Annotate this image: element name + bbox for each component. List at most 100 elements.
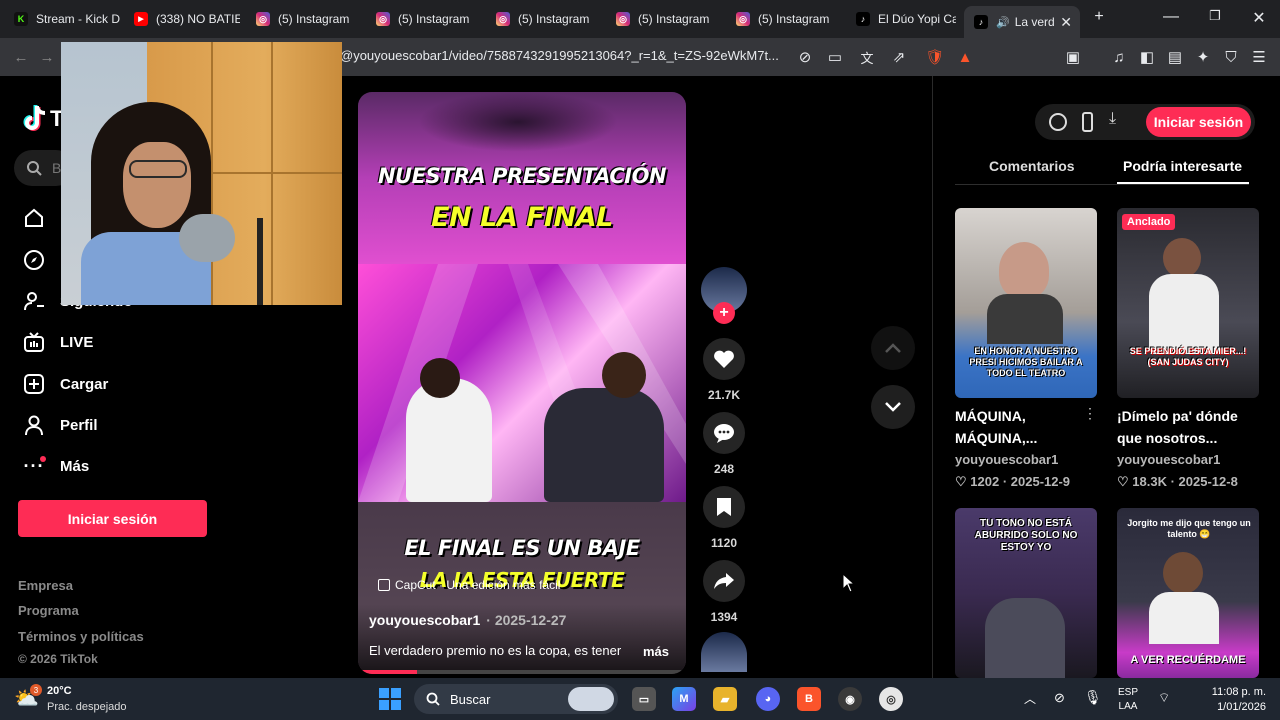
mic-stand — [257, 218, 263, 305]
card-title[interactable]: MÁQUINA, MÁQUINA,... — [955, 405, 1085, 449]
video-author[interactable]: youyouescobar1 — [369, 612, 480, 628]
network-off-icon[interactable]: ⊘ — [1054, 690, 1065, 706]
footer-link-company[interactable]: Empresa — [18, 578, 73, 593]
tracking-off-icon[interactable]: ⊘ — [794, 46, 816, 68]
compass-icon[interactable] — [1049, 113, 1067, 131]
card-meta: ♡ 1202 · 2025-12-9 — [955, 474, 1070, 490]
leo-ai-icon[interactable]: ✦ — [1192, 46, 1214, 68]
share-arrow-icon[interactable] — [703, 560, 745, 602]
brave-shield-icon[interactable]: 🛡 — [924, 46, 946, 68]
share-action[interactable]: 1394 — [702, 560, 746, 624]
video-thumbnail[interactable]: Anclado SE PRENDIÓ ESTA MIER...! (SAN JU… — [1117, 208, 1259, 398]
app-icon[interactable]: ◎ — [879, 687, 903, 711]
m365-icon[interactable]: M — [672, 687, 696, 711]
browser-tab[interactable]: ◎ (5) Instagram — [246, 4, 360, 34]
wifi-icon[interactable]: ⌔ — [1158, 690, 1170, 706]
next-video-button[interactable] — [871, 385, 915, 429]
previous-video-button[interactable] — [871, 326, 915, 370]
tiktok-logo[interactable] — [22, 104, 52, 134]
sidebar-item-more[interactable]: ··· Más — [22, 454, 90, 478]
browser-tab-strip: K Stream - Kick D ▶ (338) NO BATIE ◎ (5)… — [0, 0, 1280, 38]
footer-link-terms[interactable]: Términos y políticas — [18, 629, 144, 644]
back-icon[interactable]: ← — [10, 46, 32, 68]
video-thumbnail[interactable]: TU TONO NO ESTÁ ABURRIDO SOLO NO ESTOY Y… — [955, 508, 1097, 678]
tab-label: La verd — [1014, 15, 1055, 29]
bookmark-icon[interactable] — [703, 486, 745, 528]
reader-icon[interactable]: ▣ — [1062, 46, 1084, 68]
brave-browser-icon[interactable]: B — [797, 687, 821, 711]
obs-icon[interactable]: ◉ — [838, 687, 862, 711]
tiktok-icon: ♪ — [974, 15, 988, 29]
footer-link-program[interactable]: Programa — [18, 603, 79, 618]
browser-tab[interactable]: ◎ (5) Instagram — [606, 4, 720, 34]
file-explorer-icon[interactable]: ▰ — [713, 687, 737, 711]
windows-start-icon[interactable] — [379, 688, 401, 710]
brave-rewards-icon[interactable]: ▲ — [954, 46, 976, 68]
video-thumbnail[interactable]: Jorgito me dijo que tengo un talento 😁 A… — [1117, 508, 1259, 678]
vpn-icon[interactable]: ⛉ — [1220, 46, 1242, 68]
weather-desc: Prac. despejado — [47, 701, 127, 713]
comment-icon[interactable] — [703, 412, 745, 454]
clock[interactable]: 11:08 p. m. 1/01/2026 — [1206, 685, 1266, 715]
browser-tab[interactable]: ♪ El Dúo Yopi Ca — [846, 4, 956, 34]
tab-interest[interactable]: Podría interesarte — [1123, 158, 1242, 174]
browser-tab[interactable]: ▶ (338) NO BATIE — [124, 4, 240, 34]
video-progress-bar[interactable] — [358, 670, 686, 674]
video-more-link[interactable]: más — [643, 644, 669, 659]
minimize-button[interactable]: — — [1156, 8, 1186, 26]
microphone-tray-icon[interactable]: 🎙 — [1084, 689, 1102, 706]
new-tab-button[interactable]: + — [1084, 8, 1114, 26]
cast-icon[interactable]: ▭ — [824, 46, 846, 68]
instagram-icon: ◎ — [256, 12, 270, 26]
sidebar-toggle-icon[interactable]: ◧ — [1136, 46, 1158, 68]
thumb-person — [1163, 552, 1203, 594]
performer-left-head — [420, 358, 460, 398]
address-bar[interactable]: @youyouescobar1/video/758874329199521306… — [340, 48, 779, 63]
panel-login-button[interactable]: Iniciar sesión — [1146, 107, 1251, 137]
card-author[interactable]: youyouescobar1 — [1117, 452, 1220, 467]
media-icon[interactable]: ♫ — [1108, 46, 1130, 68]
sidebar-item-home[interactable] — [22, 206, 60, 230]
browser-tab[interactable]: ◎ (5) Instagram — [366, 4, 480, 34]
video-thumbnail[interactable]: EN HONOR A NUESTRO PRESI HICIMOS BAILAR … — [955, 208, 1097, 398]
browser-tab[interactable]: K Stream - Kick D — [4, 4, 122, 34]
login-button[interactable]: Iniciar sesión — [18, 500, 207, 537]
maximize-button[interactable]: ❐ — [1200, 8, 1230, 24]
close-tab-icon[interactable]: ✕ — [1060, 14, 1072, 31]
sound-disc[interactable] — [701, 632, 747, 672]
save-action[interactable]: 1120 — [702, 486, 746, 550]
taskbar-search[interactable]: Buscar — [414, 684, 618, 714]
language-indicator[interactable]: ESP LAA — [1118, 686, 1138, 714]
discord-icon[interactable]: ◕ — [756, 687, 780, 711]
sidebar-item-upload[interactable]: Cargar — [22, 372, 108, 396]
wallet-icon[interactable]: ▤ — [1164, 46, 1186, 68]
download-icon[interactable]: ⤓ — [1109, 110, 1116, 128]
sidebar-item-live[interactable]: LIVE — [22, 330, 93, 354]
card-more-icon[interactable]: ⋮ — [1083, 405, 1097, 422]
browser-tab[interactable]: ◎ (5) Instagram — [726, 4, 840, 34]
close-window-button[interactable]: ✕ — [1244, 8, 1274, 28]
browser-tab[interactable]: ◎ (5) Instagram — [486, 4, 600, 34]
share-icon[interactable]: ⇗ — [888, 46, 910, 68]
menu-icon[interactable]: ☰ — [1248, 46, 1270, 68]
tab-active-indicator — [1117, 182, 1249, 184]
translate-icon[interactable]: 文 — [856, 46, 878, 68]
follow-plus-icon[interactable]: + — [713, 302, 735, 324]
sidebar-item-label: LIVE — [60, 333, 94, 351]
sidebar-item-profile[interactable]: Perfil — [22, 413, 98, 437]
card-title[interactable]: ¡Dímelo pa' dónde que nosotros... — [1117, 405, 1247, 449]
video-caption-bottom-1: EL FINAL ES UN BAJE — [404, 536, 640, 560]
task-view-icon[interactable]: ▭ — [632, 687, 656, 711]
browser-tab-active[interactable]: ♪ 🔊 La verd ✕ — [964, 6, 1080, 38]
tray-chevron-up-icon[interactable]: ︿ — [1024, 690, 1036, 707]
mobile-icon[interactable] — [1082, 112, 1093, 132]
card-author[interactable]: youyouescobar1 — [955, 452, 1058, 467]
heart-icon[interactable] — [703, 338, 745, 380]
tab-comments[interactable]: Comentarios — [989, 158, 1075, 174]
like-action[interactable]: 21.7K — [702, 338, 746, 402]
comment-action[interactable]: 248 — [702, 412, 746, 476]
video-player[interactable]: NUESTRA PRESENTACIÓN EN LA FINAL EL FINA… — [358, 92, 686, 674]
forward-icon[interactable]: → — [36, 46, 58, 68]
sidebar-item-explore[interactable] — [22, 248, 60, 272]
kick-icon: K — [14, 12, 28, 26]
